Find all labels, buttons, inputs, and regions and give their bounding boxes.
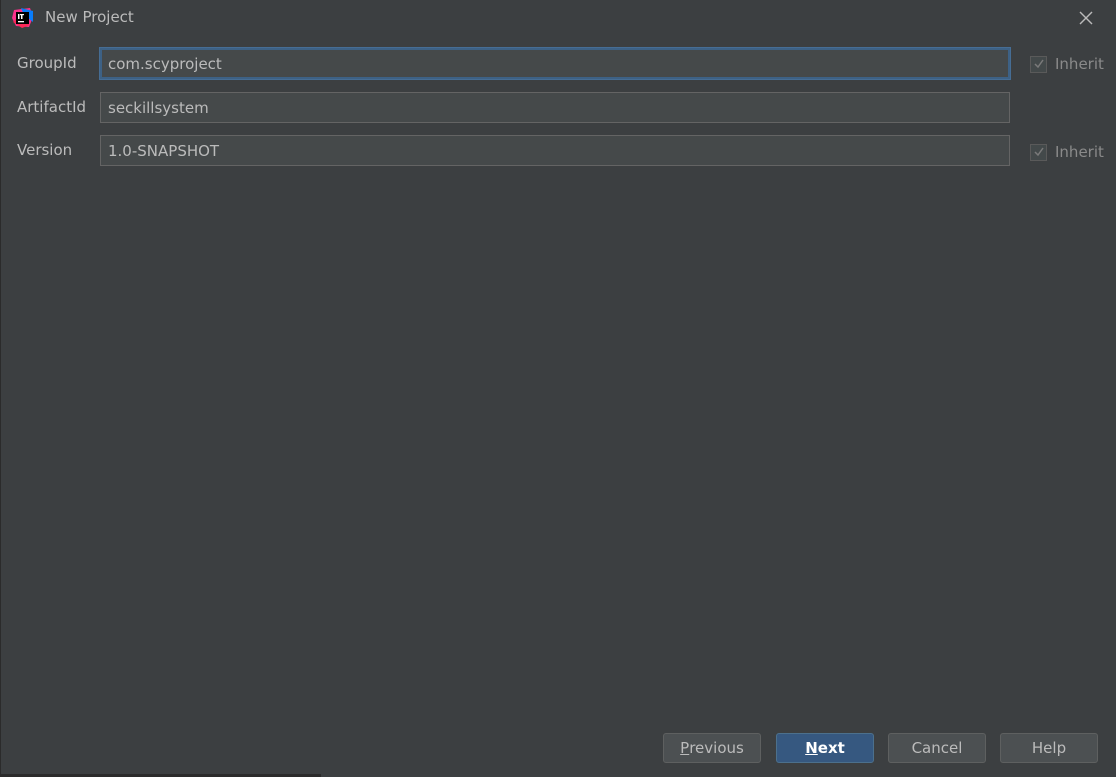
close-icon xyxy=(1079,11,1093,25)
help-button[interactable]: Help xyxy=(1000,733,1098,763)
intellij-idea-icon xyxy=(12,8,33,28)
next-label: ext xyxy=(817,739,845,757)
group-id-inherit-label: Inherit xyxy=(1055,55,1104,73)
window-title: New Project xyxy=(45,8,134,26)
next-mnemonic: N xyxy=(805,739,818,757)
group-id-field[interactable] xyxy=(100,48,1010,79)
next-button[interactable]: Next xyxy=(776,733,874,763)
previous-mnemonic: P xyxy=(680,739,690,757)
new-project-dialog: New Project GroupId Inherit ArtifactId V… xyxy=(0,0,1116,777)
version-field[interactable] xyxy=(100,135,1010,166)
checkbox-box xyxy=(1030,143,1047,161)
previous-label: revious xyxy=(689,739,744,757)
close-button[interactable] xyxy=(1073,6,1099,30)
checkbox-box xyxy=(1030,55,1047,73)
group-id-inherit-checkbox[interactable]: Inherit xyxy=(1030,53,1104,75)
cancel-button[interactable]: Cancel xyxy=(888,733,986,763)
previous-button[interactable]: Previous xyxy=(663,733,761,763)
artifact-id-field[interactable] xyxy=(100,92,1010,123)
group-id-label: GroupId xyxy=(17,54,77,72)
title-bar: New Project xyxy=(1,0,1116,37)
version-inherit-label: Inherit xyxy=(1055,143,1104,161)
version-label: Version xyxy=(17,141,73,159)
checkmark-icon xyxy=(1033,147,1044,157)
checkmark-icon xyxy=(1033,59,1044,69)
artifact-id-label: ArtifactId xyxy=(17,98,87,116)
version-inherit-checkbox[interactable]: Inherit xyxy=(1030,141,1104,163)
